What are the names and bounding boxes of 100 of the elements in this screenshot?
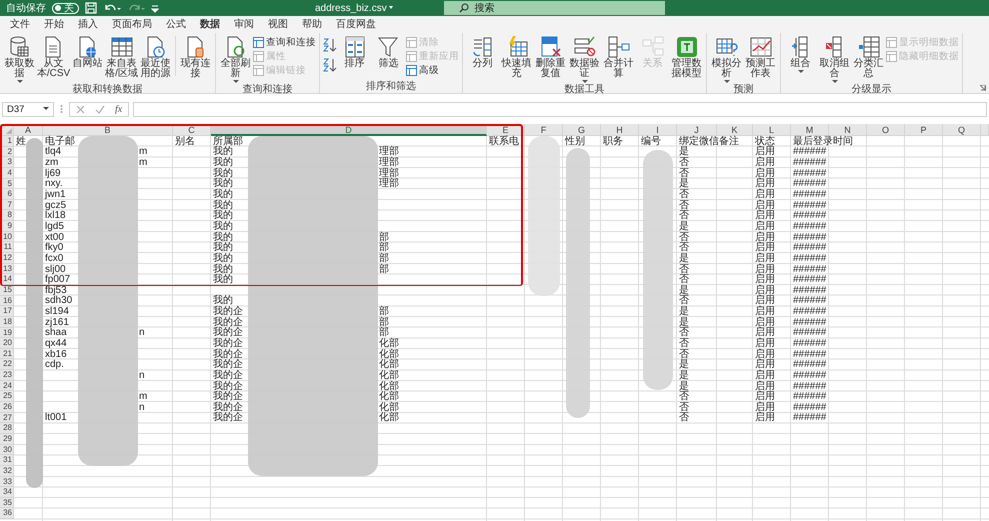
row-header[interactable]: 23	[0, 370, 14, 381]
table-cell-text: 我的企	[213, 413, 244, 422]
table-cell: 化部	[379, 338, 399, 348]
table-cell-text: shaa	[45, 328, 67, 338]
table-cell-text: 我的	[213, 264, 234, 274]
check-icon[interactable]	[95, 104, 105, 114]
menu-tab[interactable]: 文件	[3, 14, 37, 34]
column-header[interactable]: I	[639, 124, 677, 136]
cancel-icon[interactable]	[76, 104, 85, 114]
row-header[interactable]: 21	[0, 348, 14, 360]
ribbon-button[interactable]: 数据验证	[568, 36, 601, 84]
table-cell-text: 我的	[213, 190, 234, 200]
ribbon-button[interactable]: 取消组合	[818, 36, 851, 84]
ribbon-button[interactable]: 分类汇总	[852, 36, 885, 79]
row-header[interactable]: 27	[0, 412, 14, 424]
ribbon-button[interactable]: 来自表格/区域	[105, 36, 138, 79]
table-cell: ######	[793, 328, 826, 338]
column-header[interactable]: L	[753, 124, 791, 136]
ribbon-button[interactable]: 组合	[784, 36, 817, 74]
ribbon-button[interactable]: 管理数据模型	[670, 36, 703, 79]
name-box[interactable]: D37	[2, 102, 54, 116]
row-header[interactable]: 31	[0, 455, 14, 466]
group-label: 获取和转换数据	[72, 84, 144, 96]
table-cell: ######	[793, 232, 826, 242]
column-header[interactable]: K	[717, 124, 753, 136]
table-cell: 启用	[755, 232, 775, 242]
group-label: 预测	[732, 84, 754, 96]
row-header[interactable]: 18	[0, 316, 14, 328]
ribbon-button[interactable]: 现有连接	[179, 36, 212, 79]
ribbon-button[interactable]: 全部刷新	[219, 36, 252, 84]
table-cell: 是	[679, 307, 689, 316]
table-cell: 启用	[755, 296, 775, 306]
menu-tab[interactable]: 帮助	[295, 14, 329, 34]
table-cell: 部	[379, 243, 389, 252]
group-label: 分级显示	[850, 84, 892, 96]
ribbon-button[interactable]: 获取数据	[3, 36, 36, 84]
ribbon-button[interactable]: 预测工作表	[744, 36, 777, 79]
table-cell-text: tlq4	[45, 147, 62, 156]
row-header[interactable]: 32	[0, 466, 14, 476]
row-header[interactable]: 16	[0, 296, 14, 306]
columns-icon	[472, 36, 494, 58]
row-header[interactable]: 22	[0, 359, 14, 370]
file-name[interactable]: address_biz.csv	[315, 2, 394, 14]
table-cell: 否	[679, 392, 689, 402]
table-cell: ######	[793, 307, 826, 316]
ribbon-button[interactable]: 合并计算	[602, 36, 635, 79]
ribbon-button[interactable]: 从文本/CSV	[37, 36, 70, 79]
menu-tab[interactable]: 公式	[159, 14, 193, 34]
ribbon-button[interactable]: 查询和连接	[253, 36, 316, 48]
menu-tab[interactable]: 视图	[261, 14, 295, 34]
menu-tab[interactable]: 页面布局	[105, 14, 159, 34]
menu-tab[interactable]: 插入	[71, 14, 105, 34]
table-cell: 启用	[755, 360, 775, 370]
ribbon-button[interactable]: 模拟分析	[710, 36, 743, 84]
column-header[interactable]: H	[601, 124, 639, 136]
column-header[interactable]: Q	[943, 124, 981, 136]
small-table-icon	[253, 50, 264, 62]
ribbon-button[interactable]: 最近使用的源	[139, 36, 172, 79]
row-header[interactable]: 35	[0, 498, 14, 508]
search-field[interactable]: 搜索	[444, 1, 666, 15]
row-header[interactable]: 36	[0, 508, 14, 520]
sort-descending-icon[interactable]	[323, 58, 337, 72]
row-header[interactable]: 25	[0, 391, 14, 402]
row-header[interactable]: 33	[0, 476, 14, 488]
column-header[interactable]: G	[563, 124, 601, 136]
row-header[interactable]: 17	[0, 306, 14, 317]
column-header[interactable]: O	[867, 124, 905, 136]
row-header[interactable]: 19	[0, 328, 14, 338]
menu-tab[interactable]: 百度网盘	[329, 14, 383, 34]
row-header[interactable]: 30	[0, 444, 14, 456]
ribbon-button[interactable]: 分列	[466, 36, 499, 69]
table-cell: 启用	[755, 190, 775, 200]
column-header[interactable]: P	[905, 124, 943, 136]
column-header[interactable]: F	[525, 124, 563, 136]
table-cell-text: 我的企	[213, 392, 244, 402]
row-header[interactable]: 34	[0, 487, 14, 498]
insert-function-button[interactable]: fx	[115, 104, 122, 114]
row-header[interactable]: 26	[0, 402, 14, 413]
cylinder-icon	[8, 36, 30, 58]
row-header[interactable]: 29	[0, 434, 14, 445]
ribbon-button[interactable]: 快速填充	[500, 36, 533, 79]
ribbon-button[interactable]: 自网站	[71, 36, 104, 69]
expand-icon[interactable]	[980, 85, 986, 91]
small-table-icon	[253, 64, 264, 76]
formula-field[interactable]	[133, 102, 987, 116]
save-icon[interactable]	[85, 2, 97, 14]
row-header[interactable]: 24	[0, 380, 14, 392]
ribbon-button[interactable]: 高级	[406, 64, 459, 76]
menu-tab[interactable]: 开始	[37, 14, 71, 34]
row-header[interactable]: 28	[0, 423, 14, 434]
column-header[interactable]: J	[677, 124, 717, 136]
column-header[interactable]: M	[791, 124, 829, 136]
menu-tab[interactable]: 审阅	[227, 14, 261, 34]
ribbon-button[interactable]: 筛选	[372, 36, 405, 69]
table-cell-text: sdh30	[45, 296, 74, 306]
ribbon-button[interactable]: 排序	[338, 36, 371, 69]
column-header[interactable]: N	[829, 124, 867, 136]
sort-ascending-icon[interactable]	[323, 38, 337, 52]
ribbon-button[interactable]: 删除重复值	[534, 36, 567, 79]
row-header[interactable]: 20	[0, 338, 14, 349]
